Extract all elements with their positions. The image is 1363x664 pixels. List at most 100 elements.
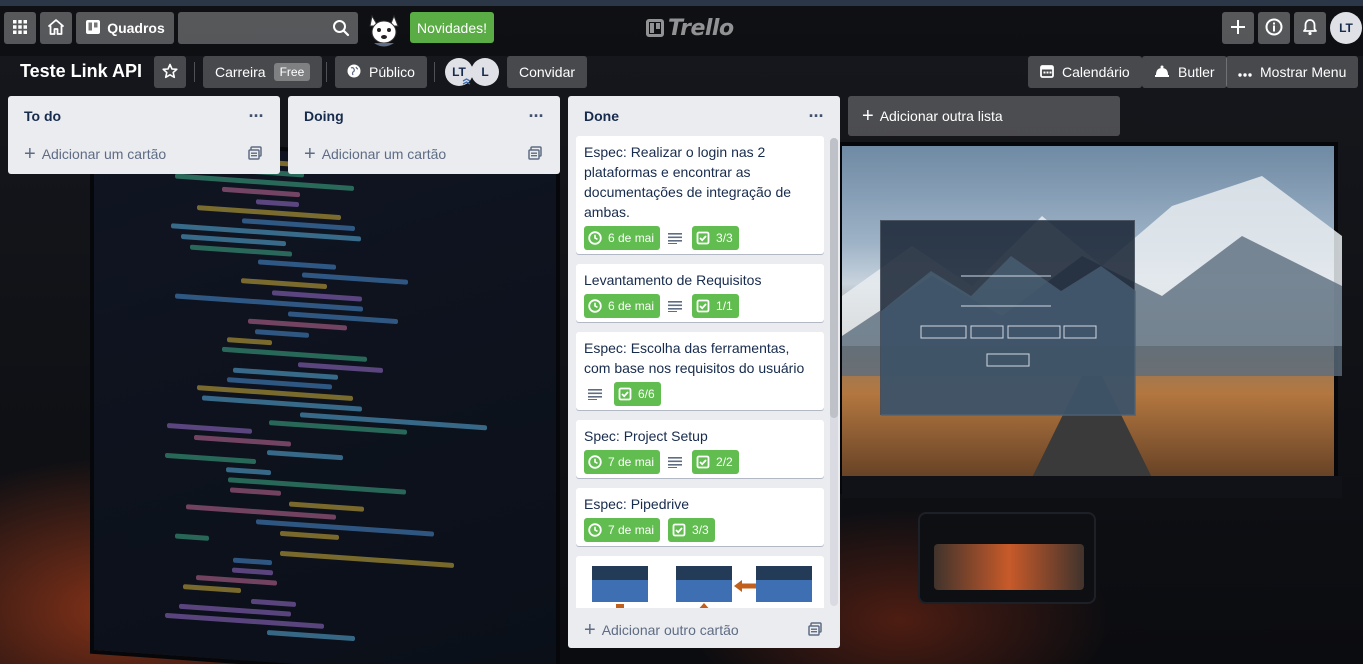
list-menu-ellipsis-icon[interactable]: ··· bbox=[524, 104, 548, 128]
background-left-monitor bbox=[90, 133, 560, 664]
background-code-line bbox=[225, 467, 271, 476]
cover-arrow-icon bbox=[734, 580, 756, 592]
background-code-line bbox=[167, 422, 253, 434]
card[interactable]: Espec: Realizar o login nas 2 plataforma… bbox=[576, 136, 824, 254]
visibility-label: Público bbox=[369, 64, 415, 80]
apps-button[interactable] bbox=[4, 12, 36, 44]
boards-label: Quadros bbox=[107, 20, 165, 36]
list-doing[interactable]: Doing ··· + Adicionar um cartão bbox=[288, 96, 560, 174]
checklist-count: 2/2 bbox=[716, 455, 733, 469]
due-date-badge[interactable]: 6 de mai bbox=[584, 226, 661, 250]
card-cover-image[interactable] bbox=[576, 556, 824, 608]
calendar-icon bbox=[1040, 64, 1062, 81]
team-button[interactable]: Carreira Free bbox=[203, 56, 323, 88]
info-button[interactable] bbox=[1258, 12, 1290, 44]
card-badges: 6 de mai 3/3 bbox=[584, 226, 816, 250]
clock-icon bbox=[588, 523, 602, 537]
description-icon bbox=[668, 456, 683, 468]
user-avatar[interactable]: LT bbox=[1330, 12, 1362, 44]
trello-logo[interactable]: Trello bbox=[646, 14, 734, 42]
due-date-text: 6 de mai bbox=[608, 231, 655, 245]
list-menu-ellipsis-icon[interactable]: ··· bbox=[244, 104, 268, 128]
template-icon[interactable] bbox=[808, 622, 822, 639]
background-code-line bbox=[232, 567, 274, 576]
board-title[interactable]: Teste Link API bbox=[20, 61, 142, 85]
taco-mascot-icon[interactable] bbox=[364, 10, 404, 50]
calendar-label: Calendário bbox=[1062, 64, 1130, 80]
cards-container: Espec: Realizar o login nas 2 plataforma… bbox=[568, 136, 840, 608]
list-header[interactable]: Done ··· bbox=[568, 96, 840, 136]
template-icon[interactable] bbox=[248, 146, 262, 163]
list-menu-ellipsis-icon[interactable]: ··· bbox=[804, 104, 828, 128]
calendar-button[interactable]: Calendário bbox=[1028, 56, 1142, 88]
background-code-line bbox=[289, 501, 365, 512]
cover-diagram-box bbox=[592, 566, 648, 602]
plus-icon bbox=[1230, 19, 1246, 38]
card[interactable]: Spec: Project Setup 7 de mai 2/2 bbox=[576, 420, 824, 478]
background-phone-screen bbox=[934, 544, 1084, 590]
notifications-button[interactable] bbox=[1294, 12, 1326, 44]
cover-diagram-box bbox=[676, 566, 732, 602]
background-code-line bbox=[221, 186, 300, 198]
card-title: Espec: Realizar o login nas 2 plataforma… bbox=[584, 144, 792, 220]
add-card-button[interactable]: + Adicionar um cartão bbox=[296, 136, 552, 172]
visibility-button[interactable]: Público bbox=[335, 56, 427, 88]
clock-icon bbox=[588, 455, 602, 469]
plan-badge: Free bbox=[273, 63, 311, 81]
list-header[interactable]: To do ··· bbox=[8, 96, 280, 136]
checklist-icon bbox=[618, 387, 632, 401]
butler-button[interactable]: Butler bbox=[1142, 56, 1227, 88]
card[interactable]: Levantamento de Requisitos 6 de mai 1/1 bbox=[576, 264, 824, 322]
due-date-badge[interactable]: 7 de mai bbox=[584, 518, 661, 542]
add-card-button[interactable]: + Adicionar um cartão bbox=[16, 136, 272, 172]
plus-icon: + bbox=[862, 105, 874, 127]
background-code-line bbox=[267, 449, 343, 461]
create-button[interactable] bbox=[1222, 12, 1254, 44]
home-button[interactable] bbox=[40, 12, 72, 44]
background-code-line bbox=[280, 530, 339, 540]
show-menu-button[interactable]: Mostrar Menu bbox=[1226, 56, 1359, 88]
background-code-line bbox=[256, 199, 300, 208]
boards-button[interactable]: Quadros bbox=[76, 12, 174, 44]
invite-button[interactable]: Convidar bbox=[507, 56, 588, 88]
background-code-line bbox=[183, 584, 242, 594]
list-todo[interactable]: To do ··· + Adicionar um cartão bbox=[8, 96, 280, 174]
boards-icon bbox=[85, 19, 101, 38]
checklist-badge: 1/1 bbox=[692, 294, 739, 318]
list-title[interactable]: Doing bbox=[304, 108, 344, 124]
add-list-label: Adicionar outra lista bbox=[879, 108, 1003, 124]
template-icon[interactable] bbox=[528, 146, 542, 163]
home-icon bbox=[47, 18, 65, 39]
card[interactable]: Espec: Escolha das ferramentas, com base… bbox=[576, 332, 824, 410]
member-avatar[interactable]: L bbox=[471, 58, 499, 86]
globe-icon bbox=[347, 64, 369, 81]
card-badges: 6/6 bbox=[584, 382, 816, 406]
list-header[interactable]: Doing ··· bbox=[288, 96, 560, 136]
list-title[interactable]: To do bbox=[24, 108, 61, 124]
clock-icon bbox=[588, 299, 602, 313]
description-icon bbox=[668, 232, 683, 244]
checklist-count: 1/1 bbox=[716, 299, 733, 313]
add-list-button[interactable]: + Adicionar outra lista bbox=[848, 96, 1120, 136]
trello-logo-text: Trello bbox=[668, 15, 734, 41]
card[interactable]: Espec: Pipedrive 7 de mai 3/3 bbox=[576, 488, 824, 546]
top-bar: Quadros Novidades! Trello LT bbox=[0, 0, 1363, 56]
checklist-count: 3/3 bbox=[692, 523, 709, 537]
background-code-line bbox=[196, 205, 342, 221]
card-title: Espec: Escolha das ferramentas, com base… bbox=[584, 340, 805, 376]
due-date-badge[interactable]: 7 de mai bbox=[584, 450, 661, 474]
list-title[interactable]: Done bbox=[584, 108, 619, 124]
due-date-badge[interactable]: 6 de mai bbox=[584, 294, 661, 318]
star-button[interactable] bbox=[154, 56, 186, 88]
search-input[interactable] bbox=[178, 12, 358, 44]
list-done[interactable]: Done ··· Espec: Realizar o login nas 2 p… bbox=[568, 96, 840, 648]
list-scrollbar-thumb[interactable] bbox=[830, 138, 838, 418]
background-code-line bbox=[280, 550, 454, 568]
news-button[interactable]: Novidades! bbox=[410, 12, 494, 43]
background-code-line bbox=[251, 598, 297, 607]
add-card-button[interactable]: + Adicionar outro cartão bbox=[576, 612, 832, 648]
card-title: Levantamento de Requisitos bbox=[584, 272, 762, 288]
description-icon bbox=[588, 388, 602, 400]
checklist-badge: 6/6 bbox=[614, 382, 661, 406]
list-scrollbar[interactable] bbox=[830, 138, 838, 606]
